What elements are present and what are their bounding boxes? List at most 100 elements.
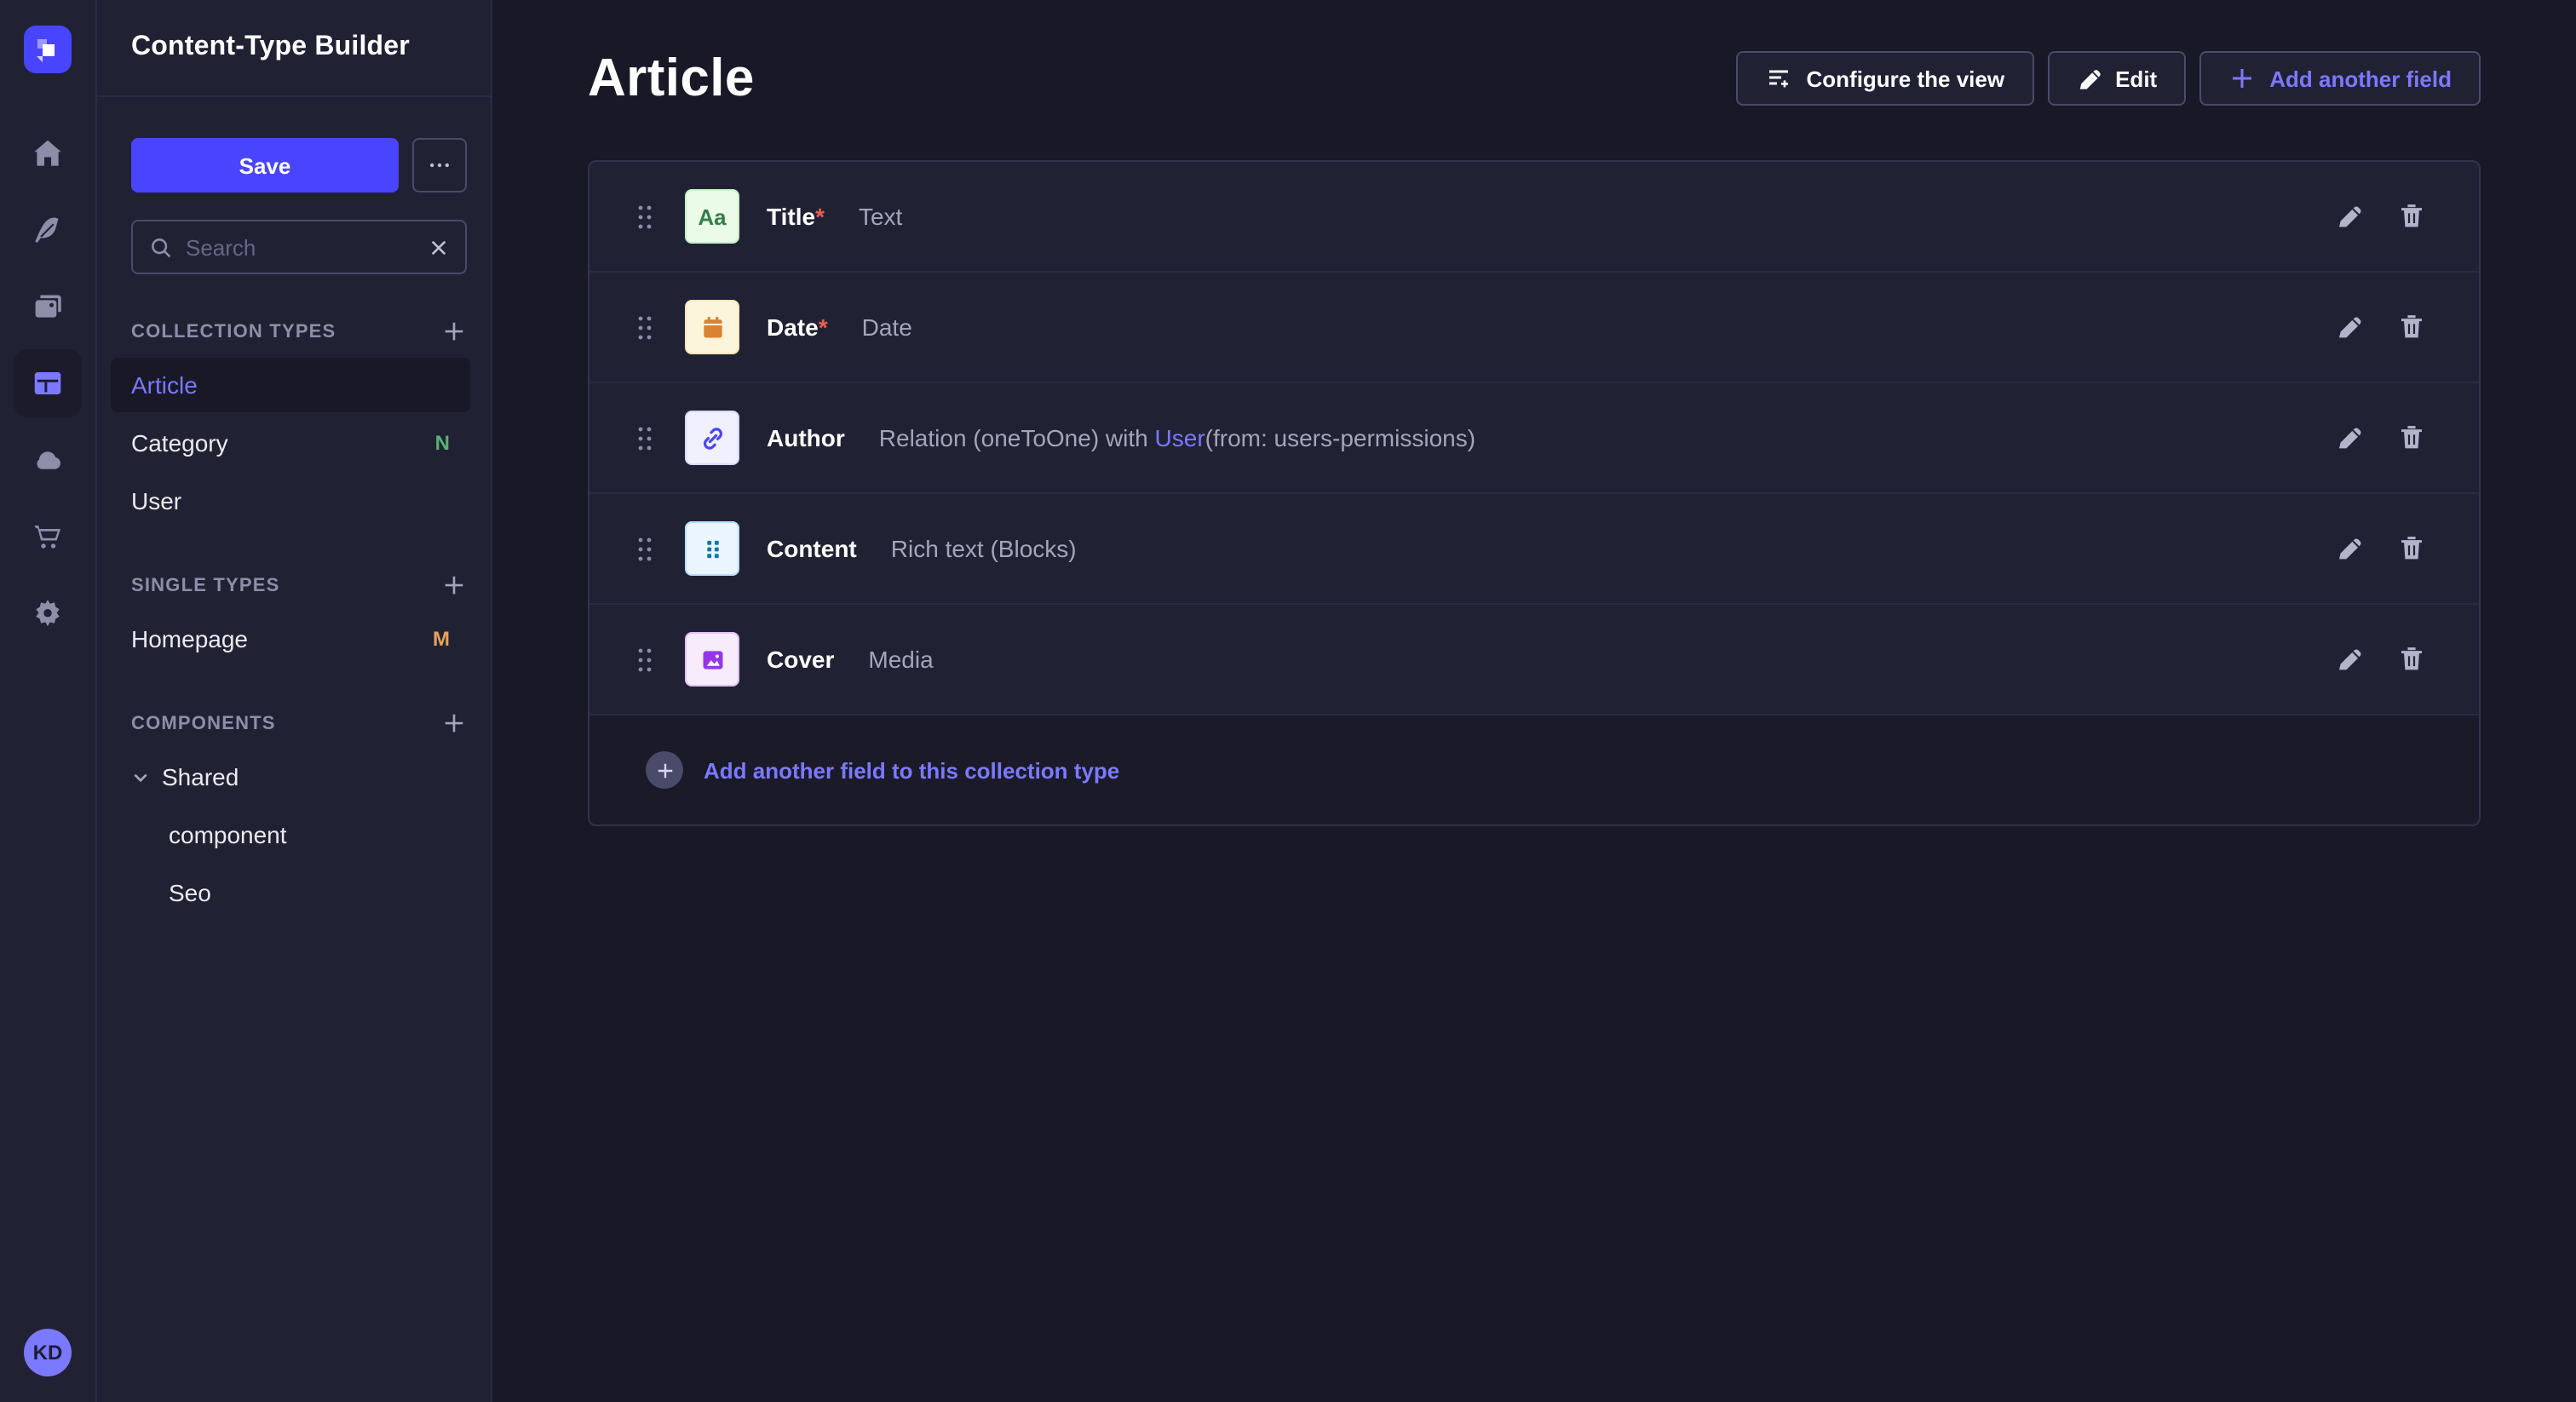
edit-field-button[interactable] bbox=[2336, 424, 2363, 451]
feather-icon bbox=[32, 215, 63, 245]
drag-handle-icon[interactable] bbox=[632, 534, 656, 563]
calendar-icon bbox=[698, 313, 727, 342]
date-field-icon bbox=[685, 300, 739, 354]
section-label: COMPONENTS bbox=[131, 713, 276, 733]
trash-icon bbox=[2399, 535, 2424, 562]
text-field-icon: Aa bbox=[685, 189, 739, 244]
field-row-title: Aa Title* Text bbox=[589, 162, 2479, 273]
nav-settings[interactable] bbox=[14, 579, 82, 647]
add-single-type-button[interactable] bbox=[441, 572, 467, 598]
drag-handle-icon[interactable] bbox=[632, 202, 656, 231]
sidebar-item-homepage[interactable]: Homepage M bbox=[111, 612, 470, 666]
single-types-list: Homepage M bbox=[111, 612, 470, 666]
delete-field-button[interactable] bbox=[2399, 313, 2424, 341]
required-marker: * bbox=[815, 203, 825, 230]
section-head: COMPONENTS bbox=[131, 710, 467, 736]
sidebar-title: Content-Type Builder bbox=[131, 32, 410, 63]
nav-cloud[interactable] bbox=[14, 426, 82, 494]
group-label: Shared bbox=[162, 763, 239, 790]
clear-search-button[interactable] bbox=[429, 238, 448, 256]
sidebar-header: Content-Type Builder bbox=[97, 0, 491, 97]
delete-field-button[interactable] bbox=[2399, 203, 2424, 230]
field-row-content: Content Rich text (Blocks) bbox=[589, 494, 2479, 605]
plus-circle-icon bbox=[646, 751, 683, 789]
section-label: SINGLE TYPES bbox=[131, 575, 280, 595]
drag-handle-icon[interactable] bbox=[632, 423, 656, 452]
sidebar-item-seo[interactable]: Seo bbox=[111, 865, 470, 920]
section-single-types: SINGLE TYPES Homepage M bbox=[131, 572, 467, 666]
button-label: Configure the view bbox=[1807, 66, 2005, 91]
edit-field-button[interactable] bbox=[2336, 203, 2363, 230]
save-button[interactable]: Save bbox=[131, 138, 399, 192]
sidebar-item-category[interactable]: Category N bbox=[111, 416, 470, 470]
pencil-icon bbox=[2336, 535, 2363, 562]
more-options-button[interactable] bbox=[412, 138, 467, 192]
edit-field-button[interactable] bbox=[2336, 535, 2363, 562]
edit-button[interactable]: Edit bbox=[2047, 51, 2186, 106]
pencil-icon bbox=[2336, 424, 2363, 451]
blocks-grid-icon bbox=[699, 536, 725, 561]
link-icon bbox=[698, 423, 727, 452]
sidebar-item-component[interactable]: component bbox=[111, 807, 470, 862]
add-collection-type-button[interactable] bbox=[441, 319, 467, 344]
image-icon bbox=[698, 645, 727, 674]
relation-field-icon bbox=[685, 411, 739, 465]
content-type-builder-app: KD Content-Type Builder Save bbox=[0, 0, 2576, 1402]
nav-home[interactable] bbox=[14, 119, 82, 187]
strapi-logo-icon bbox=[24, 26, 72, 73]
sidebar-item-user[interactable]: User bbox=[111, 474, 470, 528]
section-head: COLLECTION TYPES bbox=[131, 319, 467, 344]
field-name: Title* bbox=[767, 203, 825, 230]
plus-icon bbox=[441, 710, 467, 736]
strapi-logo[interactable] bbox=[24, 26, 72, 73]
nav-content-type-builder[interactable] bbox=[14, 349, 82, 417]
plus-icon bbox=[441, 319, 467, 344]
user-avatar[interactable]: KD bbox=[24, 1329, 72, 1376]
gear-icon bbox=[32, 598, 63, 629]
button-label: Add another field bbox=[2269, 66, 2452, 91]
drag-handle-icon[interactable] bbox=[632, 313, 656, 342]
edit-field-button[interactable] bbox=[2336, 313, 2363, 341]
field-name: Content bbox=[767, 535, 857, 562]
item-label: Seo bbox=[169, 879, 211, 906]
pencil-icon bbox=[2076, 66, 2102, 91]
add-field-footer-button[interactable]: Add another field to this collection typ… bbox=[589, 715, 2479, 825]
nav-content-manager[interactable] bbox=[14, 196, 82, 264]
component-group-shared[interactable]: Shared bbox=[111, 750, 470, 804]
nav-marketplace[interactable] bbox=[14, 503, 82, 571]
delete-field-button[interactable] bbox=[2399, 535, 2424, 562]
search-input[interactable] bbox=[186, 234, 416, 260]
field-row-cover: Cover Media bbox=[589, 605, 2479, 715]
field-name: Author bbox=[767, 424, 845, 451]
sidebar-item-article[interactable]: Article bbox=[111, 358, 470, 412]
field-row-author: Author Relation (oneToOne) with User(fro… bbox=[589, 383, 2479, 494]
add-component-button[interactable] bbox=[441, 710, 467, 736]
home-icon bbox=[32, 138, 63, 169]
header-actions: Configure the view Edit Add another fiel… bbox=[1737, 51, 2481, 106]
item-label: Category bbox=[131, 429, 228, 457]
save-row: Save bbox=[131, 138, 467, 192]
main-nav-rail: KD bbox=[0, 0, 97, 1402]
configure-view-button[interactable]: Configure the view bbox=[1737, 51, 2034, 106]
close-icon bbox=[429, 238, 448, 256]
field-name: Date* bbox=[767, 313, 828, 341]
edit-field-button[interactable] bbox=[2336, 646, 2363, 673]
configure-view-icon bbox=[1766, 65, 1793, 92]
field-type: Date bbox=[862, 313, 912, 341]
item-label: Article bbox=[131, 371, 198, 399]
item-label: User bbox=[131, 487, 181, 514]
button-label: Edit bbox=[2115, 66, 2157, 91]
footer-label: Add another field to this collection typ… bbox=[704, 757, 1119, 783]
trash-icon bbox=[2399, 646, 2424, 673]
pencil-icon bbox=[2336, 646, 2363, 673]
layout-icon bbox=[32, 368, 63, 399]
add-another-field-button[interactable]: Add another field bbox=[2199, 51, 2481, 106]
delete-field-button[interactable] bbox=[2399, 424, 2424, 451]
main-content: Article Configure the view Edit bbox=[492, 0, 2576, 1402]
row-actions bbox=[2336, 203, 2424, 230]
field-type: Media bbox=[868, 646, 933, 673]
drag-handle-icon[interactable] bbox=[632, 645, 656, 674]
delete-field-button[interactable] bbox=[2399, 646, 2424, 673]
cloud-icon bbox=[32, 445, 63, 475]
nav-media-library[interactable] bbox=[14, 273, 82, 341]
